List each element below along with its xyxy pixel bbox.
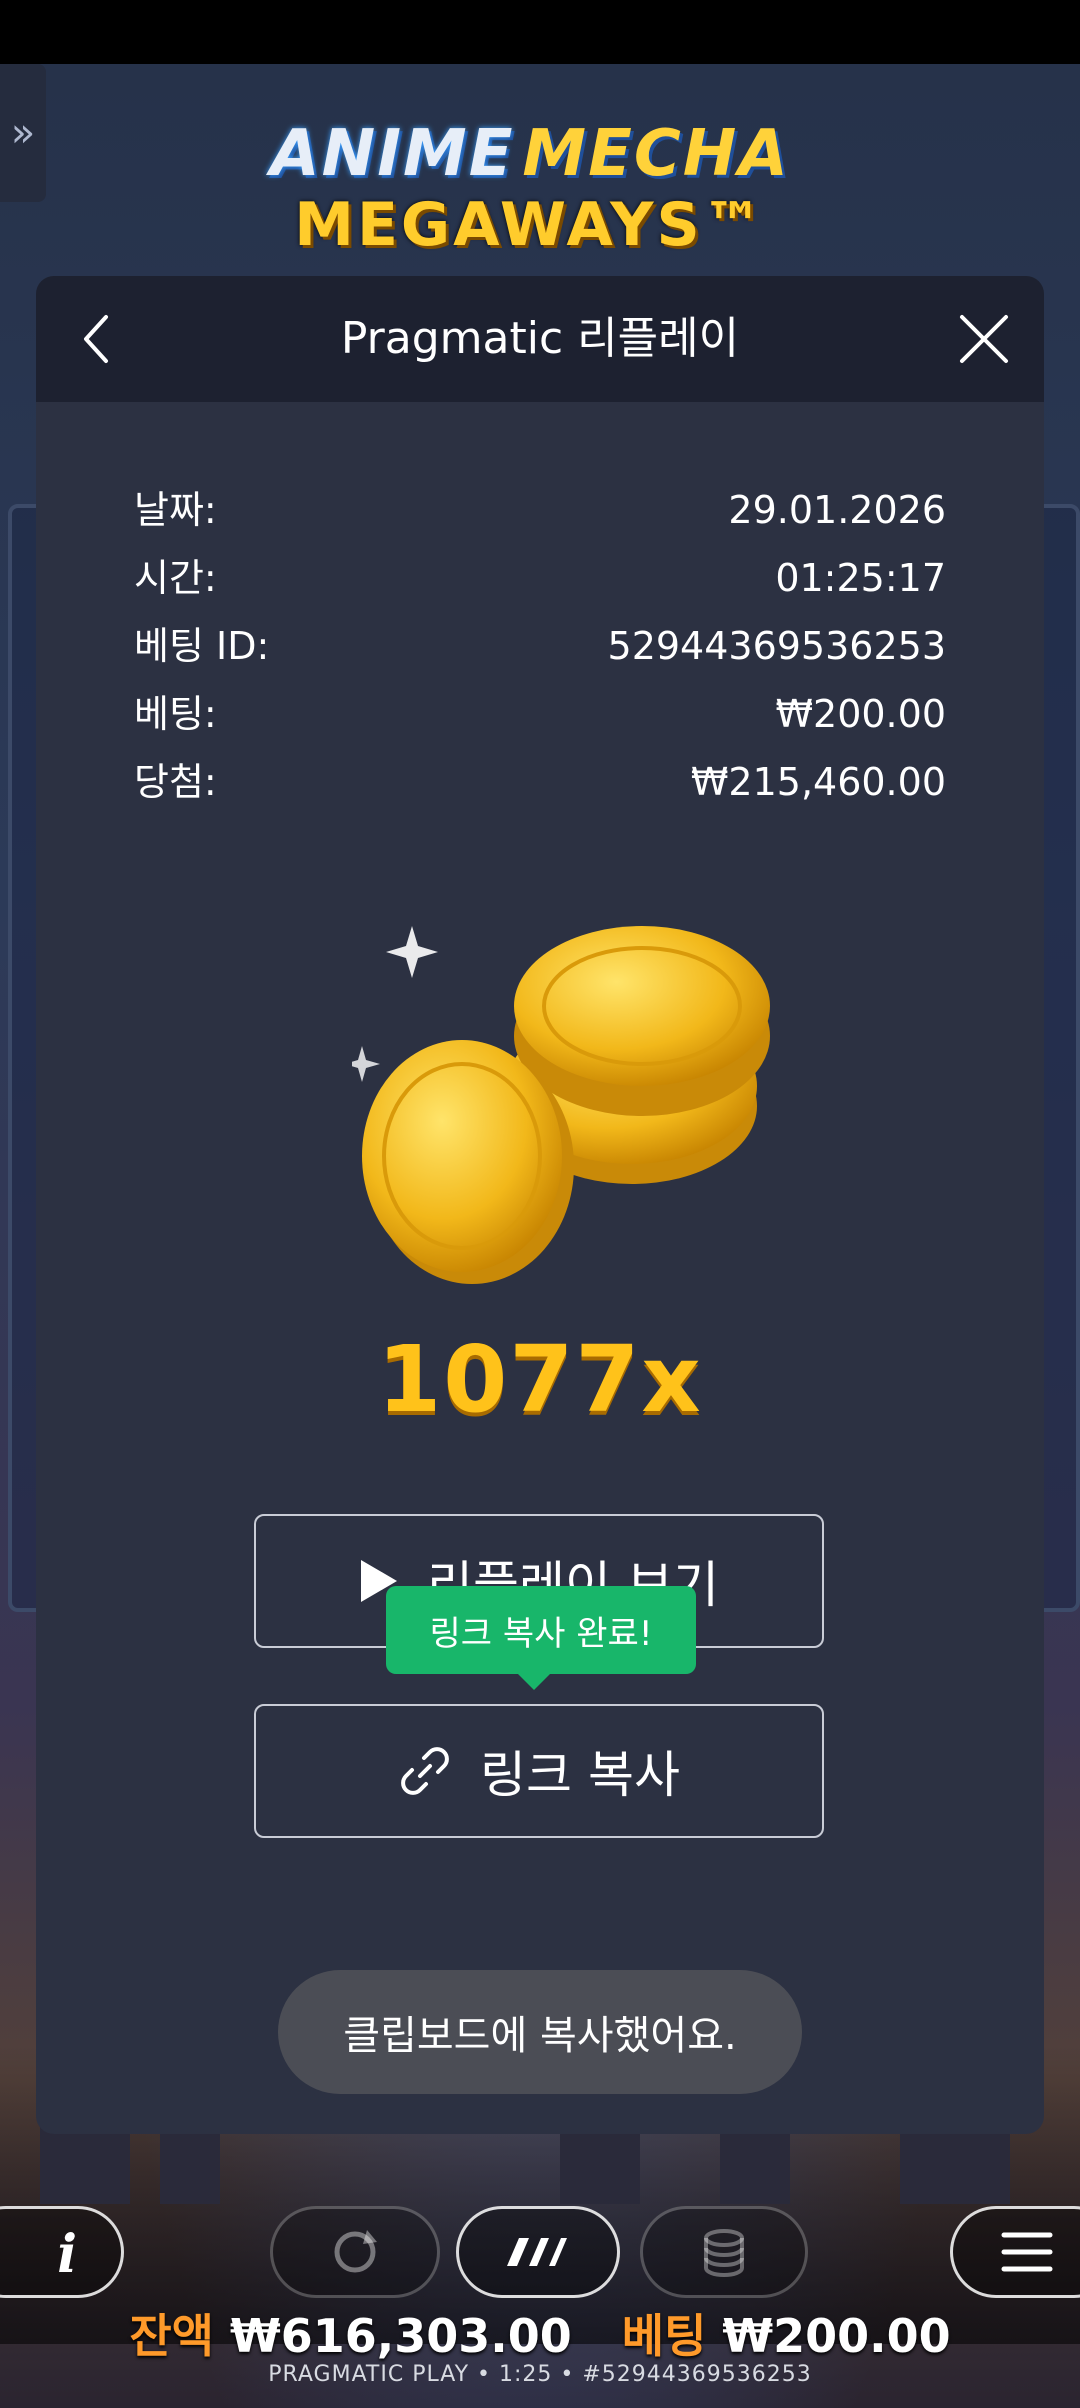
logo-megaways-text: MEGAWAYS™ — [294, 190, 766, 260]
info-row-date: 날짜: 29.01.2026 — [134, 476, 946, 544]
balance-bet-bar: 잔액 ₩616,303.00 베팅 ₩200.00 — [0, 2300, 1080, 2366]
back-button[interactable] — [56, 299, 136, 379]
modal-header: Pragmatic 리플레이 — [36, 276, 1044, 402]
info-row-win: 당첨: ₩215,460.00 — [134, 748, 946, 816]
side-panel-toggle[interactable]: » — [0, 64, 46, 202]
info-icon: i — [57, 2224, 77, 2282]
info-row-bet-id: 베팅 ID: 52944369536253 — [134, 612, 946, 680]
info-label: 당첨: — [134, 760, 217, 804]
close-icon — [960, 315, 1008, 363]
info-row-bet: 베팅: ₩200.00 — [134, 680, 946, 748]
replay-modal: Pragmatic 리플레이 날짜: 29.01.2026 시간: 01:25:… — [36, 276, 1044, 2134]
balance-label: 잔액 — [129, 2309, 214, 2363]
menu-button[interactable] — [950, 2206, 1080, 2298]
status-bar — [0, 0, 1080, 64]
modal-title: Pragmatic 리플레이 — [340, 313, 740, 364]
info-value: ₩200.00 — [775, 692, 946, 736]
autoplay-icon — [334, 2230, 377, 2273]
info-button[interactable]: i — [0, 2206, 124, 2298]
replay-info-list: 날짜: 29.01.2026 시간: 01:25:17 베팅 ID: 52944… — [134, 476, 946, 816]
balance-value: ₩616,303.00 — [229, 2309, 572, 2363]
logo-mecha-text: MECHA — [522, 117, 790, 191]
autoplay-button[interactable] — [270, 2206, 440, 2298]
info-value: ₩215,460.00 — [690, 760, 946, 804]
footer-info: PRAGMATIC PLAY • 1:25 • #52944369536253 — [268, 2362, 812, 2387]
close-button[interactable] — [944, 299, 1024, 379]
copy-link-button[interactable]: 링크 복사 — [254, 1704, 824, 1838]
win-multiplier: 1077x — [377, 1326, 703, 1433]
double-chevron-right-icon: » — [10, 110, 36, 156]
info-label: 날짜: — [134, 488, 217, 532]
turbo-button[interactable] — [456, 2206, 620, 2298]
tooltip-tail — [516, 1672, 552, 1690]
info-row-time: 시간: 01:25:17 — [134, 544, 946, 612]
svg-text:i: i — [57, 2224, 77, 2282]
game-controls: i — [0, 2200, 1080, 2310]
game-logo: ANIME MECHA MEGAWAYS™ — [270, 118, 790, 278]
info-value: 01:25:17 — [775, 556, 946, 600]
link-icon — [398, 1744, 452, 1798]
back-chevron-icon — [84, 315, 108, 363]
menu-icon — [1001, 2232, 1053, 2272]
info-label: 시간: — [134, 556, 217, 600]
info-label: 베팅: — [134, 692, 217, 736]
coin-stack-icon — [704, 2229, 744, 2277]
logo-anime-text: ANIME — [270, 117, 515, 191]
info-label: 베팅 ID: — [134, 624, 270, 668]
info-value: 52944369536253 — [607, 624, 946, 668]
bet-value: ₩200.00 — [722, 2309, 951, 2363]
copy-success-tooltip: 링크 복사 완료! — [386, 1586, 696, 1674]
bet-settings-button[interactable] — [640, 2206, 808, 2298]
turbo-icon — [507, 2238, 567, 2266]
info-value: 29.01.2026 — [728, 488, 946, 532]
gold-coins-icon — [352, 926, 770, 1284]
clipboard-toast: 클립보드에 복사했어요. — [278, 1970, 802, 2094]
bet-label: 베팅 — [621, 2309, 707, 2363]
copy-link-label: 링크 복사 — [480, 1746, 680, 1804]
